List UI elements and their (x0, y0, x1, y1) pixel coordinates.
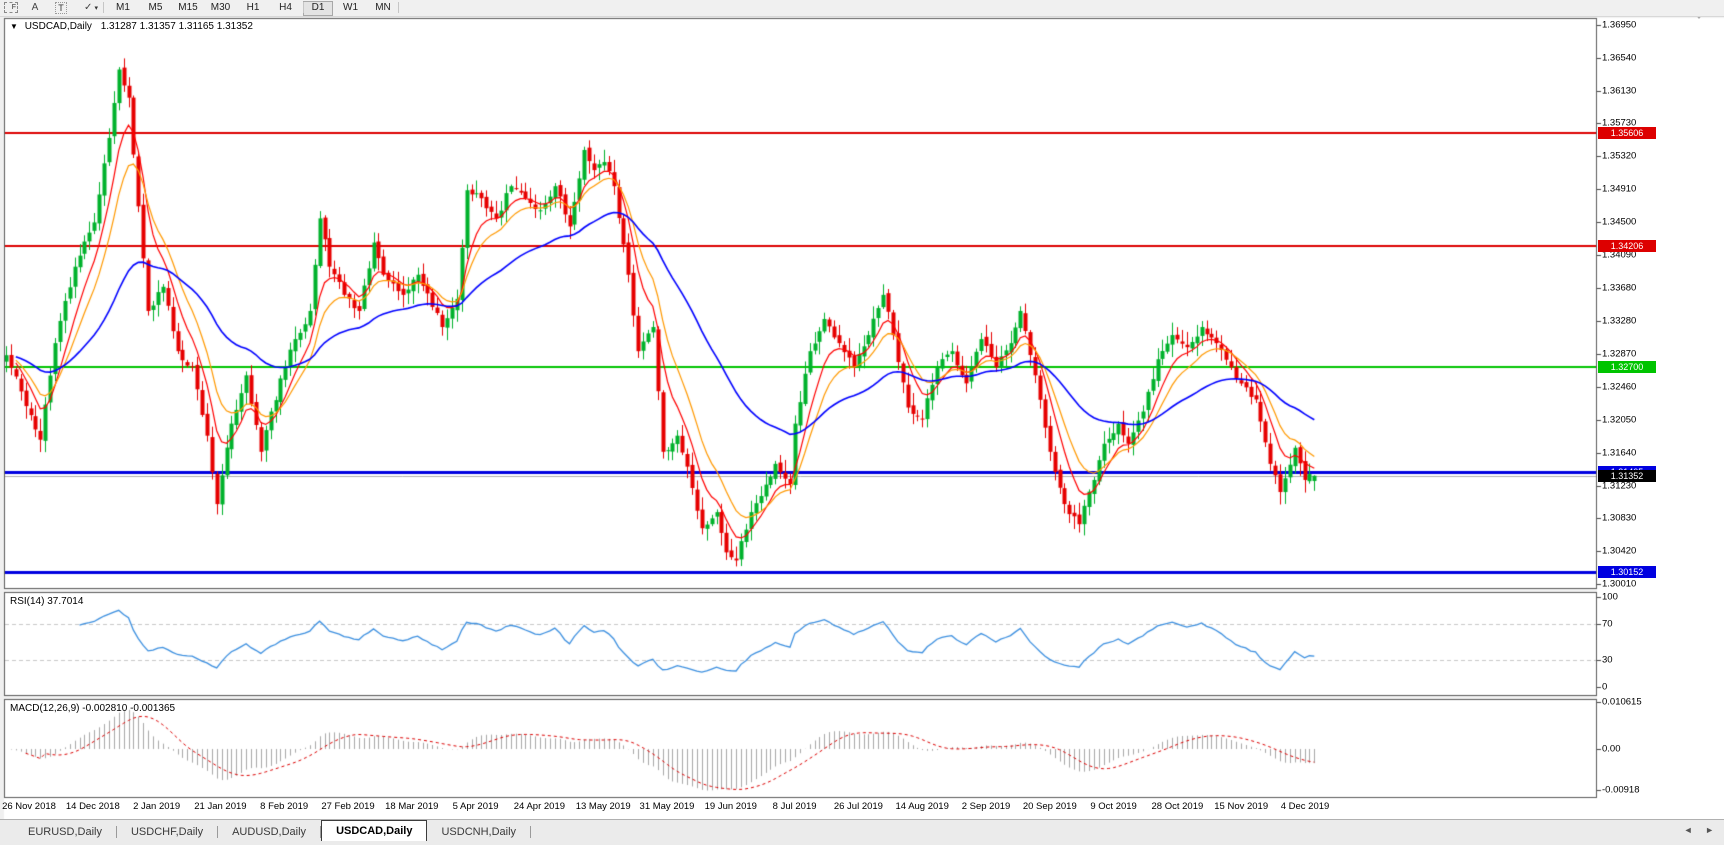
price-badge: 1.35606 (1598, 127, 1656, 139)
price-tick-label: 1.36130 (1602, 86, 1636, 97)
rsi-tick-label: 0 (1602, 682, 1607, 693)
price-tick-label: 1.33680 (1602, 283, 1636, 294)
rsi-tick-label: 100 (1602, 592, 1618, 603)
timeframe-button-m5[interactable]: M5 (141, 1, 171, 14)
price-tick-label: 1.30420 (1602, 545, 1636, 556)
chart-tab-bar: EURUSD,DailyUSDCHF,DailyAUDUSD,DailyUSDC… (0, 819, 1724, 841)
ohlc-values: 1.31287 1.31357 1.31165 1.31352 (101, 21, 253, 32)
date-label: 26 Jul 2019 (834, 801, 883, 812)
macd-tick-label: -0.00918 (1602, 784, 1640, 795)
date-label: 24 Apr 2019 (514, 801, 565, 812)
arrows-icon: ✓ (84, 2, 92, 13)
price-tick-label: 1.31640 (1602, 447, 1636, 458)
chart-area-canvas[interactable] (0, 0, 1724, 845)
symbol-period-label: USDCAD,Daily (25, 21, 92, 32)
price-tick-label: 1.36950 (1602, 20, 1636, 31)
text-tool-button[interactable]: A (27, 1, 43, 14)
rsi-tick-label: 70 (1602, 619, 1613, 630)
timeframe-button-d1[interactable]: D1 (303, 1, 333, 16)
toolbar-separator (398, 2, 399, 13)
date-label: 9 Oct 2019 (1090, 801, 1136, 812)
date-label: 14 Dec 2018 (66, 801, 120, 812)
fibonacci-tool-button[interactable]: F (2, 1, 20, 14)
tab-usdchf-daily[interactable]: USDCHF,Daily (117, 824, 217, 841)
toolbar-separator (303, 2, 304, 13)
tab-scroll-right-icon[interactable]: ► (1705, 825, 1714, 835)
date-label: 8 Feb 2019 (260, 801, 308, 812)
timeframe-button-h1[interactable]: H1 (238, 1, 268, 14)
price-tick-label: 1.32870 (1602, 348, 1636, 359)
price-tick-label: 1.34910 (1602, 184, 1636, 195)
macd-tick-label: 0.00 (1602, 744, 1621, 755)
timeframe-button-h4[interactable]: H4 (271, 1, 301, 14)
price-tick-label: 1.33280 (1602, 315, 1636, 326)
price-tick-label: 1.34500 (1602, 217, 1636, 228)
price-tick-label: 1.30830 (1602, 512, 1636, 523)
text-label-icon: T (55, 2, 67, 14)
date-label: 14 Aug 2019 (896, 801, 949, 812)
tab-eurusd-daily[interactable]: EURUSD,Daily (14, 824, 116, 841)
top-toolbar: F A T ✓▾ M1M5M15M30H1H4D1W1MN (0, 0, 1724, 17)
price-tick-label: 1.32460 (1602, 381, 1636, 392)
date-label: 8 Jul 2019 (773, 801, 817, 812)
tab-usdcad-daily[interactable]: USDCAD,Daily (321, 820, 427, 841)
price-tick-label: 1.35320 (1602, 151, 1636, 162)
tab-separator (530, 826, 531, 838)
status-bar (0, 841, 1724, 845)
price-badge: 1.31352 (1598, 470, 1656, 482)
price-badge: 1.30152 (1598, 566, 1656, 578)
tab-usdcnh-daily[interactable]: USDCNH,Daily (427, 824, 530, 841)
date-label: 27 Feb 2019 (321, 801, 374, 812)
mt4-chart-window: F A T ✓▾ M1M5M15M30H1H4D1W1MN ▼ USDCAD,Dail… (0, 0, 1724, 845)
price-tick-label: 1.32050 (1602, 414, 1636, 425)
text-label-tool-button[interactable]: T (51, 1, 71, 14)
date-label: 26 Nov 2018 (2, 801, 56, 812)
rsi-label: RSI(14) 37.7014 (10, 596, 83, 607)
date-label: 31 May 2019 (640, 801, 695, 812)
date-label: 18 Mar 2019 (385, 801, 438, 812)
date-label: 4 Dec 2019 (1281, 801, 1330, 812)
date-label: 13 May 2019 (576, 801, 631, 812)
date-label: 20 Sep 2019 (1023, 801, 1077, 812)
dropdown-caret-icon: ▾ (94, 4, 98, 12)
fibonacci-icon: F (4, 2, 18, 13)
date-label: 15 Nov 2019 (1214, 801, 1268, 812)
price-badge: 1.34206 (1598, 240, 1656, 252)
toolbar-separator (103, 2, 104, 13)
timeframe-button-w1[interactable]: W1 (336, 1, 366, 14)
collapse-chart-icon[interactable]: ▼ (10, 22, 18, 31)
timeframe-button-mn[interactable]: MN (368, 1, 398, 14)
price-badge: 1.32700 (1598, 361, 1656, 373)
date-label: 19 Jun 2019 (705, 801, 757, 812)
date-label: 21 Jan 2019 (194, 801, 246, 812)
tab-scroll-left-icon[interactable]: ◄ (1684, 825, 1693, 835)
text-icon: A (32, 2, 39, 13)
price-tick-label: 1.36540 (1602, 53, 1636, 64)
tab-scroll-arrows: ◄ ► (1674, 825, 1714, 835)
macd-tick-label: 0.010615 (1602, 696, 1642, 707)
arrows-tool-button[interactable]: ✓▾ (77, 1, 105, 14)
timeframe-button-m15[interactable]: M15 (173, 1, 203, 14)
price-tick-label: 1.30010 (1602, 578, 1636, 589)
tab-audusd-daily[interactable]: AUDUSD,Daily (218, 824, 320, 841)
date-label: 2 Sep 2019 (962, 801, 1011, 812)
date-label: 2 Jan 2019 (133, 801, 180, 812)
timeframe-button-m30[interactable]: M30 (206, 1, 236, 14)
macd-label: MACD(12,26,9) -0.002810 -0.001365 (10, 703, 175, 714)
date-label: 5 Apr 2019 (453, 801, 499, 812)
date-label: 28 Oct 2019 (1152, 801, 1204, 812)
rsi-tick-label: 30 (1602, 655, 1613, 666)
timeframe-button-m1[interactable]: M1 (108, 1, 138, 14)
chart-title: ▼ USDCAD,Daily 1.31287 1.31357 1.31165 1… (10, 21, 253, 32)
